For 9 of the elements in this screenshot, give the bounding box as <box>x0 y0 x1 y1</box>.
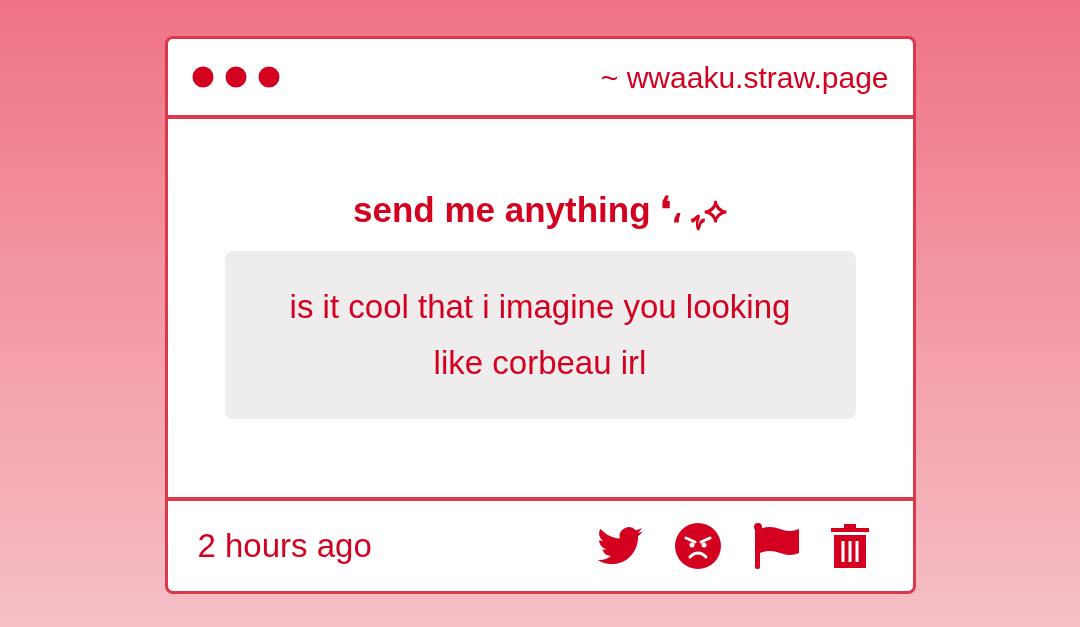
message-text: is it cool that i imagine you looking like corbeau irl <box>288 287 792 383</box>
page-url: ~ wwaaku.straw.page <box>600 59 889 96</box>
timestamp: 2 hours ago <box>197 526 372 567</box>
bird-icon[interactable] <box>596 527 643 565</box>
flag-icon[interactable] <box>752 523 799 569</box>
angry-face-icon[interactable] <box>674 523 721 569</box>
prompt-title: send me anything ❛، ﮩ⟡ <box>353 189 727 231</box>
trash-icon[interactable] <box>830 524 869 568</box>
window-dots-icon <box>191 66 280 88</box>
